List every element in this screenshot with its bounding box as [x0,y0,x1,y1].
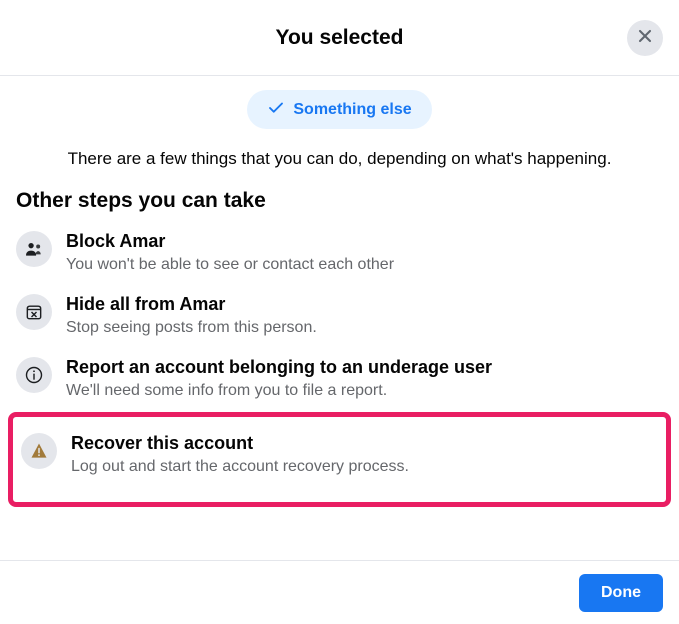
selection-chip[interactable]: Something else [247,90,431,129]
step-text: Block Amar You won't be able to see or c… [66,229,663,276]
step-subtitle: Stop seeing posts from this person. [66,317,663,339]
step-recover[interactable]: Recover this account Log out and start t… [21,423,658,486]
close-icon [635,26,655,49]
step-block[interactable]: Block Amar You won't be able to see or c… [0,221,679,284]
section-title: Other steps you can take [0,185,679,221]
chip-label: Something else [293,101,411,119]
dialog-title: You selected [276,26,404,50]
step-hide[interactable]: Hide all from Amar Stop seeing posts fro… [0,284,679,347]
warning-triangle-icon [21,433,57,469]
step-title: Report an account belonging to an undera… [66,355,663,379]
step-text: Report an account belonging to an undera… [66,355,663,402]
step-title: Hide all from Amar [66,292,663,316]
dialog-footer: Done [0,560,679,624]
step-list: Block Amar You won't be able to see or c… [0,221,679,507]
step-subtitle: We'll need some info from you to file a … [66,380,663,402]
highlighted-step-frame: Recover this account Log out and start t… [8,412,671,507]
step-report[interactable]: Report an account belonging to an undera… [0,347,679,410]
info-icon [16,357,52,393]
step-subtitle: You won't be able to see or contact each… [66,254,663,276]
hide-posts-icon [16,294,52,330]
description-text: There are a few things that you can do, … [0,139,679,185]
dialog-header: You selected [0,0,679,76]
step-subtitle: Log out and start the account recovery p… [71,456,658,478]
step-title: Block Amar [66,229,663,253]
done-button[interactable]: Done [579,574,663,612]
step-text: Recover this account Log out and start t… [71,431,658,478]
block-user-icon [16,231,52,267]
close-button[interactable] [627,20,663,56]
step-title: Recover this account [71,431,658,455]
step-text: Hide all from Amar Stop seeing posts fro… [66,292,663,339]
selection-chip-row: Something else [0,76,679,139]
check-icon [267,99,285,120]
